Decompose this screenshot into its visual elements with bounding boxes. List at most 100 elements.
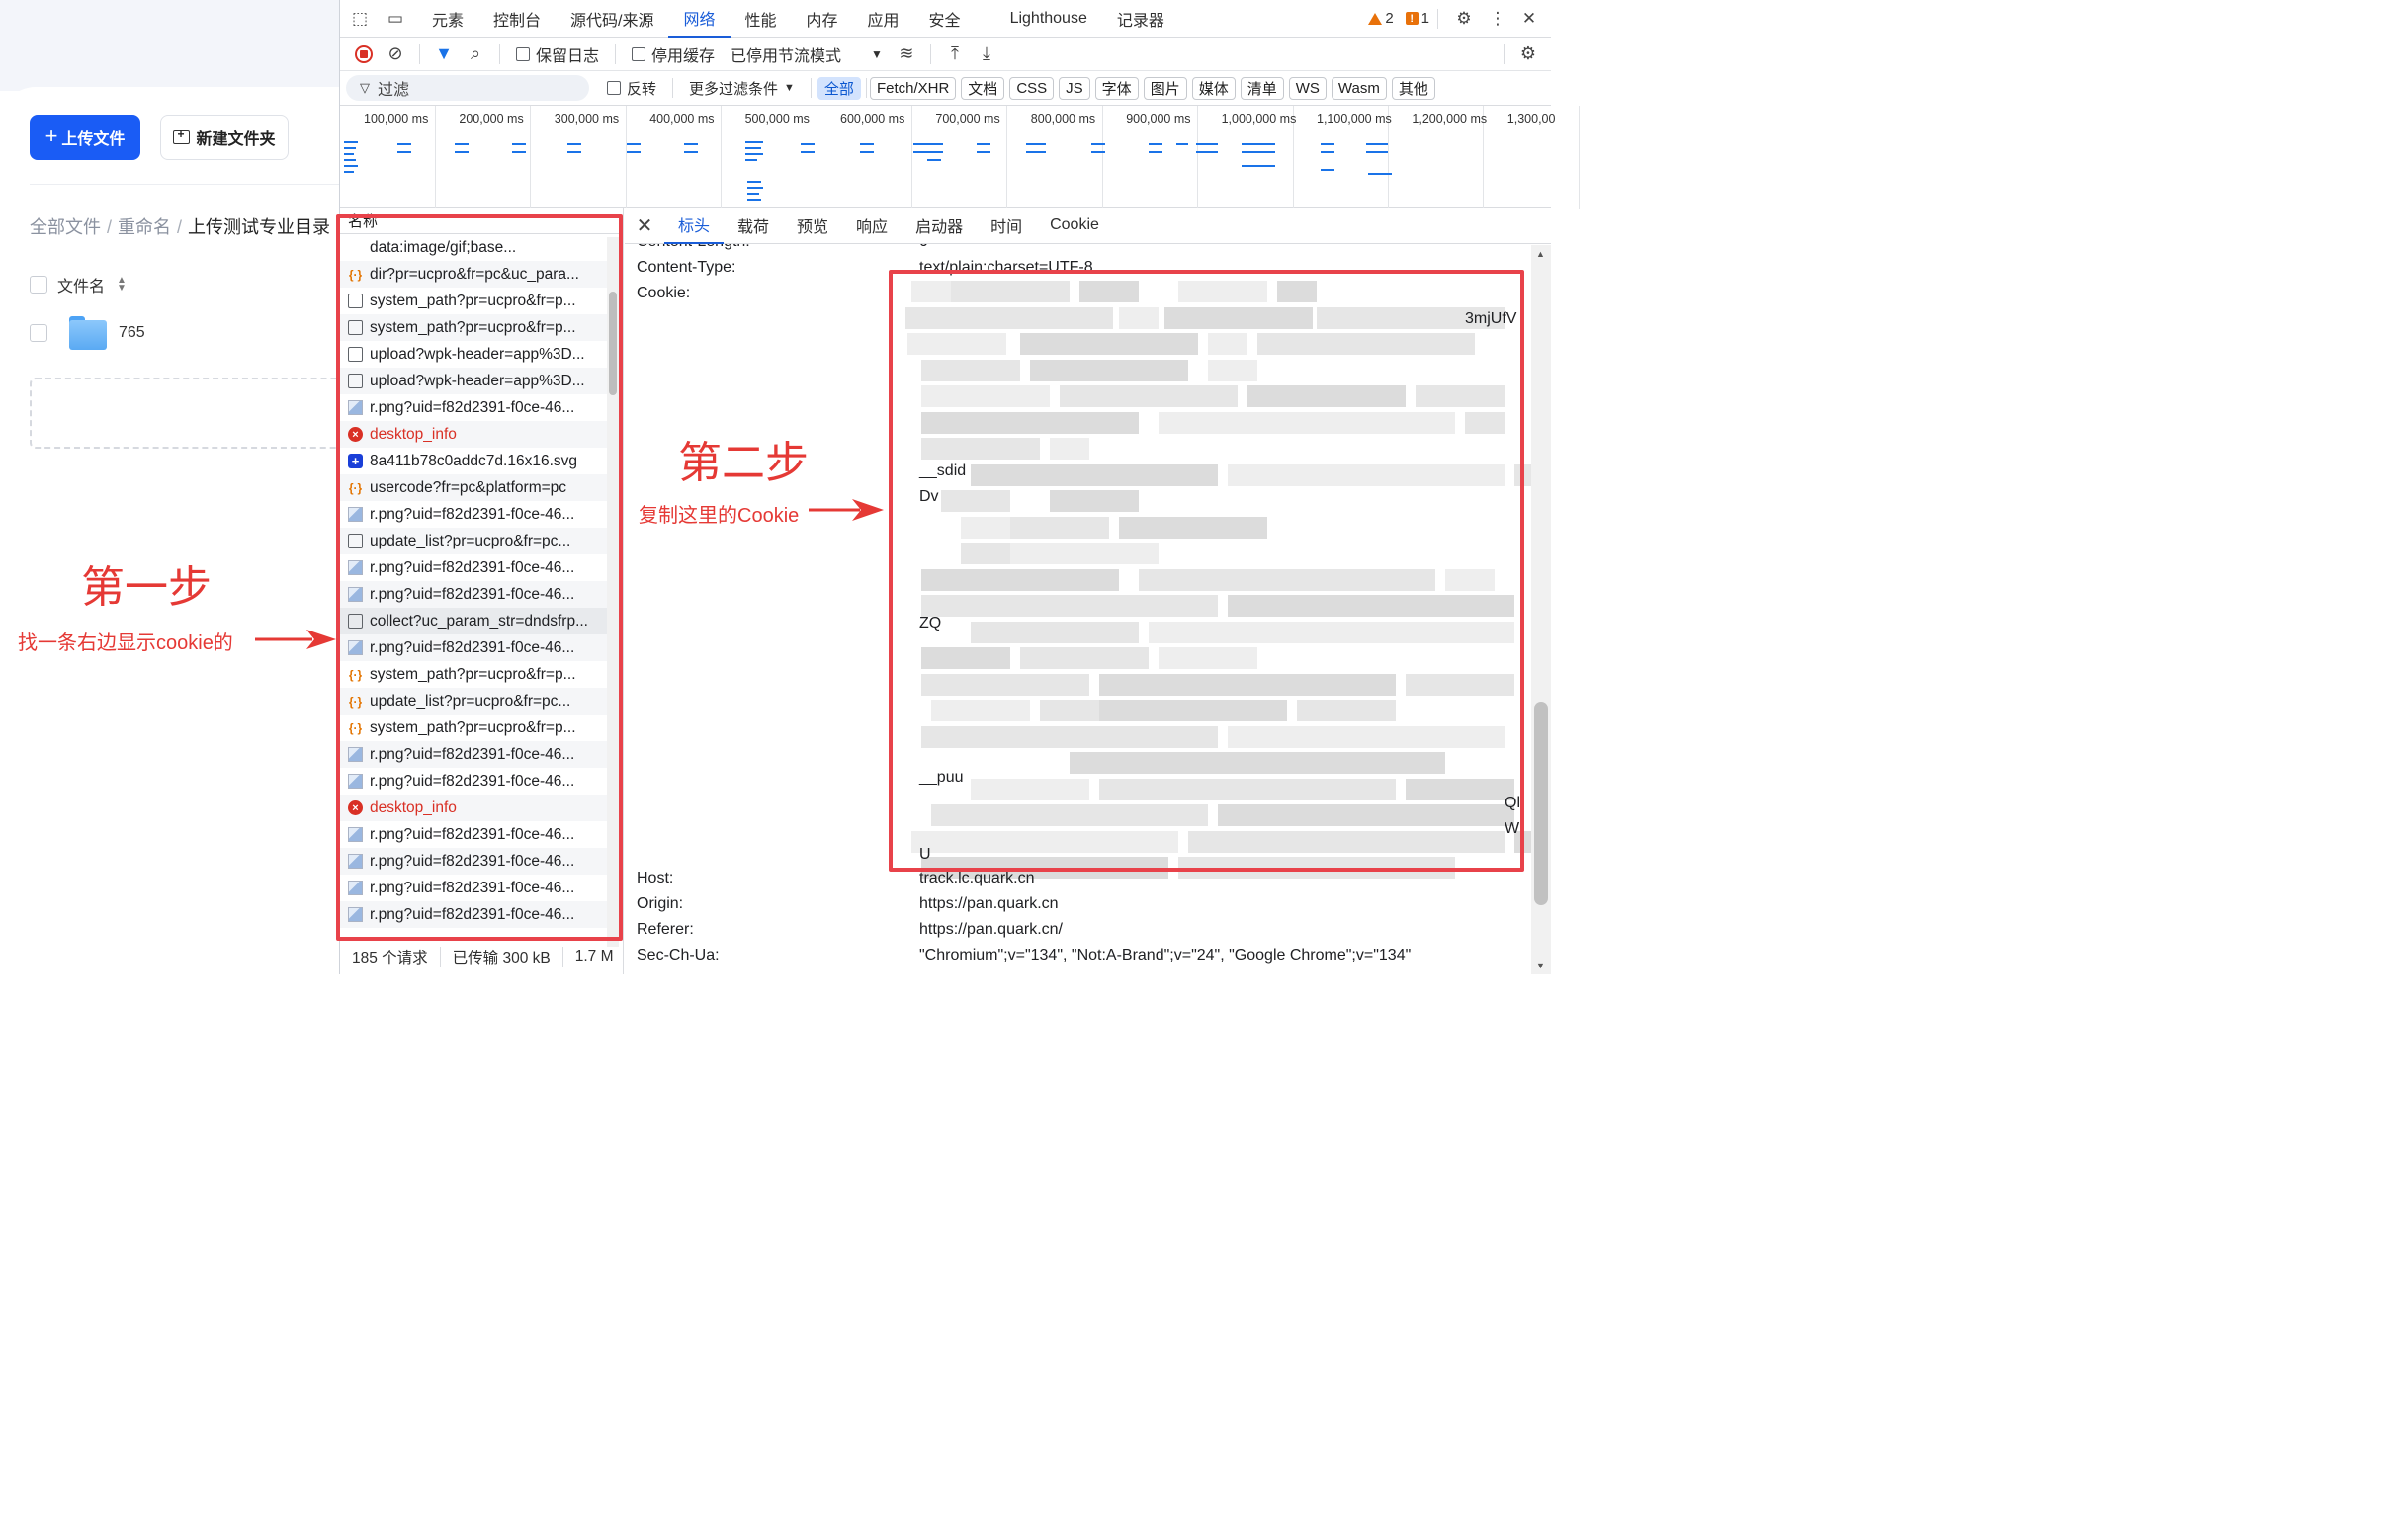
- timeline-request-mark: [1368, 173, 1392, 175]
- timeline-tick-label: 800,000 ms: [1030, 112, 1096, 126]
- detail-tab-preview[interactable]: 预览: [783, 208, 842, 244]
- chip-other[interactable]: 其他: [1391, 76, 1435, 100]
- preserve-log-checkbox[interactable]: 保留日志: [516, 42, 599, 66]
- timeline-request-mark: [745, 159, 757, 161]
- network-settings-gear-icon[interactable]: ⚙: [1515, 42, 1541, 67]
- breadcrumb-item-rename[interactable]: 重命名: [118, 217, 171, 237]
- filter-bar: ▽ 过滤 反转 更多过滤条件 ▼ 全部 Fetch/XHR 文档 CSS JS 字…: [340, 71, 1551, 105]
- chip-img[interactable]: 图片: [1143, 76, 1187, 100]
- close-devtools-icon[interactable]: ✕: [1519, 9, 1539, 29]
- chip-font[interactable]: 字体: [1094, 76, 1139, 100]
- breadcrumb-item-all-files[interactable]: 全部文件: [30, 217, 101, 237]
- tab-elements[interactable]: 元素: [417, 0, 478, 38]
- warnings-badge[interactable]: 2: [1368, 10, 1394, 27]
- timeline-gridline: [625, 106, 627, 209]
- clear-icon[interactable]: ⊘: [383, 42, 408, 67]
- tab-memory[interactable]: 内存: [792, 0, 853, 38]
- detail-tab-bar: ✕ 标头 载荷 预览 响应 启动器 时间 Cookie: [625, 208, 1551, 244]
- more-filters-dropdown[interactable]: 更多过滤条件 ▼: [689, 78, 795, 99]
- file-name[interactable]: 765: [119, 324, 145, 342]
- export-har-icon[interactable]: ⤓: [974, 42, 999, 67]
- detail-tab-response[interactable]: 响应: [842, 208, 902, 244]
- chip-css[interactable]: CSS: [1009, 76, 1055, 100]
- timeline-request-mark: [1026, 151, 1046, 153]
- detail-tab-timing[interactable]: 时间: [977, 208, 1036, 244]
- detail-scrollbar[interactable]: ▲ ▼: [1531, 245, 1551, 974]
- timeline-request-mark: [397, 143, 411, 145]
- timeline-tick-label: 1,100,000 ms: [1317, 112, 1392, 126]
- chip-all[interactable]: 全部: [817, 76, 861, 100]
- timeline-request-mark: [747, 181, 761, 183]
- tab-performance[interactable]: 性能: [731, 0, 792, 38]
- chip-manifest[interactable]: 清单: [1240, 76, 1284, 100]
- invert-checkbox[interactable]: 反转: [607, 78, 656, 99]
- timeline-request-mark: [1091, 151, 1105, 153]
- new-folder-button-label: 新建文件夹: [196, 131, 276, 148]
- chip-wasm[interactable]: Wasm: [1331, 76, 1387, 100]
- file-checkbox[interactable]: [30, 324, 47, 342]
- tab-recorder[interactable]: 记录器: [1102, 0, 1179, 38]
- header-name-content-type: Content-Type:: [637, 259, 736, 276]
- timeline-request-mark: [627, 143, 641, 145]
- chip-doc[interactable]: 文档: [961, 76, 1005, 100]
- tab-console[interactable]: 控制台: [478, 0, 556, 38]
- file-row[interactable]: 765: [30, 316, 145, 350]
- timeline-request-mark: [1321, 169, 1334, 171]
- more-menu-icon[interactable]: ⋮: [1488, 9, 1507, 29]
- errors-badge[interactable]: ! 1: [1405, 10, 1429, 27]
- timeline-gridline: [530, 106, 532, 209]
- close-detail-icon[interactable]: ✕: [625, 213, 664, 238]
- disable-cache-label: 停用缓存: [651, 47, 716, 65]
- timeline-request-mark: [344, 153, 354, 155]
- scroll-thumb[interactable]: [1534, 702, 1548, 905]
- device-toolbar-icon[interactable]: ▭: [386, 9, 405, 29]
- upload-button[interactable]: + 上传文件: [30, 115, 140, 160]
- network-overview-timeline[interactable]: 100,000 ms 200,000 ms 300,000 ms 400,000 ms…: [340, 105, 1580, 209]
- inspect-element-icon[interactable]: ⬚: [350, 9, 370, 29]
- timeline-request-mark: [1242, 143, 1275, 145]
- timeline-tick-label: 600,000 ms: [840, 112, 905, 126]
- tab-sources[interactable]: 源代码/来源: [556, 0, 668, 38]
- timeline-request-mark: [1091, 143, 1105, 145]
- chip-fetch-xhr[interactable]: Fetch/XHR: [869, 76, 957, 100]
- filter-funnel-icon[interactable]: ▼: [431, 42, 457, 67]
- tab-lighthouse[interactable]: Lighthouse: [995, 0, 1102, 38]
- chip-media[interactable]: 媒体: [1191, 76, 1236, 100]
- tab-network[interactable]: 网络: [668, 0, 731, 38]
- more-filters-label: 更多过滤条件: [689, 80, 779, 98]
- detail-tab-headers[interactable]: 标头: [664, 208, 725, 244]
- chip-js[interactable]: JS: [1059, 76, 1090, 100]
- search-icon[interactable]: ⌕: [463, 42, 488, 67]
- filter-input[interactable]: ▽ 过滤: [346, 75, 589, 101]
- sort-icon[interactable]: ▲ ▼: [117, 276, 127, 294]
- timeline-gridline: [721, 106, 723, 209]
- detail-tab-initiator[interactable]: 启动器: [902, 208, 977, 244]
- scroll-up-icon[interactable]: ▲: [1536, 249, 1545, 259]
- scroll-down-icon[interactable]: ▼: [1536, 961, 1545, 970]
- folder-icon: [69, 316, 107, 350]
- timeline-request-mark: [747, 193, 759, 195]
- throttling-select[interactable]: 已停用节流模式 ▼: [731, 42, 883, 66]
- record-stop-icon[interactable]: [351, 42, 377, 67]
- request-count: 185 个请求: [352, 949, 428, 967]
- disable-cache-checkbox[interactable]: 停用缓存: [632, 42, 715, 66]
- timeline-request-mark: [684, 143, 698, 145]
- chip-ws[interactable]: WS: [1288, 76, 1327, 100]
- tab-security[interactable]: 安全: [914, 0, 976, 38]
- tab-application[interactable]: 应用: [853, 0, 914, 38]
- detail-tab-payload[interactable]: 载荷: [724, 208, 783, 244]
- select-all-checkbox[interactable]: [30, 276, 47, 294]
- new-folder-button[interactable]: 新建文件夹: [160, 115, 289, 160]
- annotation-box-cookie: [889, 270, 1524, 872]
- settings-gear-icon[interactable]: ⚙: [1454, 9, 1474, 29]
- column-filename[interactable]: 文件名: [57, 273, 105, 296]
- import-har-icon[interactable]: ⤒: [942, 42, 968, 67]
- timeline-request-mark: [344, 171, 354, 173]
- filter-placeholder: 过滤: [378, 82, 410, 99]
- network-conditions-icon[interactable]: ≋: [894, 42, 919, 67]
- upload-dropzone[interactable]: [30, 378, 339, 449]
- header-value-origin: https://pan.quark.cn: [919, 895, 1059, 912]
- detail-tab-cookies[interactable]: Cookie: [1036, 208, 1113, 244]
- step2-title: 第二步: [678, 438, 809, 488]
- new-folder-icon: [173, 127, 191, 144]
